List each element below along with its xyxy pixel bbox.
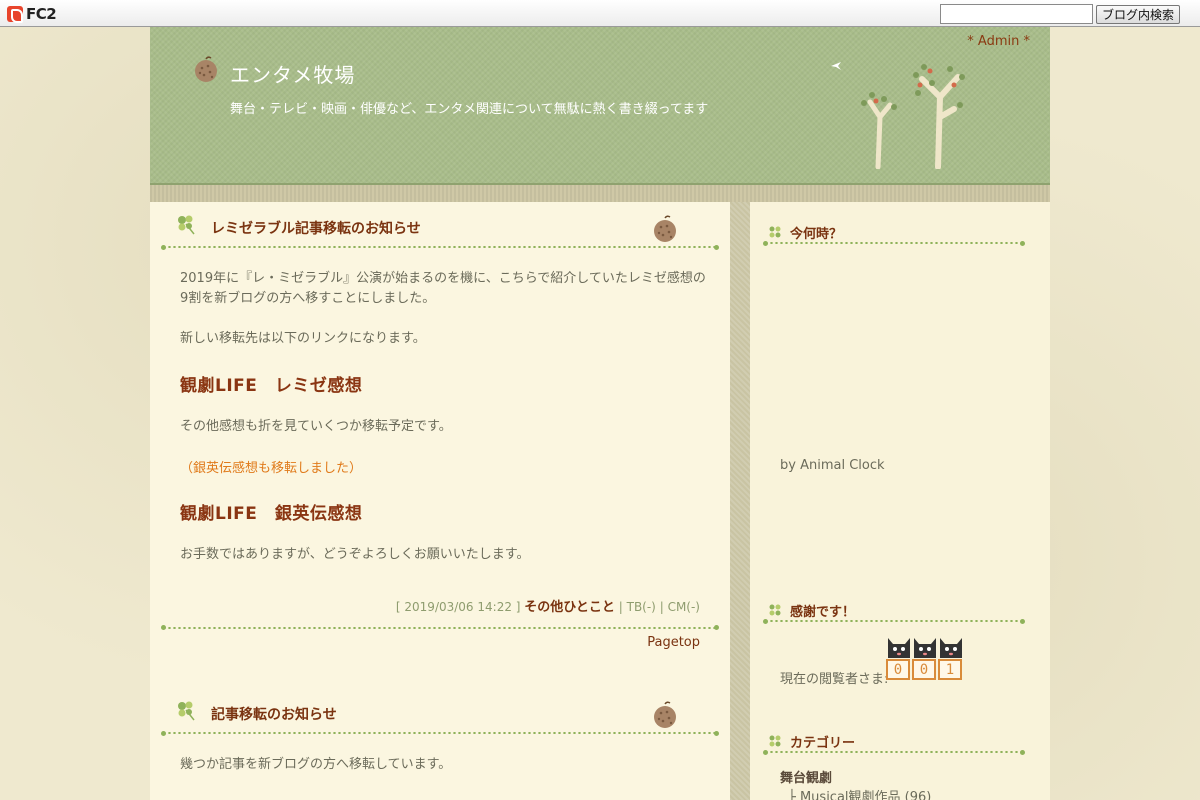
entry-paragraph: お手数ではありますが、どうぞよろしくお願いいたします。 bbox=[180, 547, 530, 562]
counter-digit: 0 bbox=[912, 659, 936, 680]
acorn-icon bbox=[654, 701, 676, 728]
counter-digit: 0 bbox=[886, 659, 910, 680]
acorn-icon bbox=[654, 215, 676, 242]
clover-icon bbox=[769, 226, 781, 238]
cat-icon bbox=[888, 638, 962, 658]
entry-date: [ 2019/03/06 14:22 ] bbox=[395, 600, 521, 614]
entry-link-ginga[interactable]: 観劇LIFE 銀英伝感想 bbox=[180, 499, 362, 524]
entry-meta: [ 2019/03/06 14:22 ] その他ひとこと | TB(-) | C… bbox=[395, 600, 700, 615]
entry-title[interactable]: レミゼラブル記事移転のお知らせ bbox=[211, 218, 421, 238]
blog-search-button[interactable]: ブログ内検索 bbox=[1096, 5, 1180, 24]
clover-icon bbox=[178, 215, 195, 235]
sidebar-title: 今何時？ bbox=[790, 227, 843, 242]
entry-header: レミゼラブル記事移転のお知らせ bbox=[161, 212, 719, 250]
entry-paragraph: 新しい移転先は以下のリンクになります。 bbox=[180, 331, 426, 346]
pagetop-link[interactable]: Pagetop bbox=[647, 635, 700, 650]
clover-icon bbox=[769, 604, 781, 616]
fc2-logo-icon bbox=[7, 6, 23, 23]
column-gutter bbox=[730, 202, 750, 800]
category-item[interactable]: ├ Musical観劇作品 (96) bbox=[788, 786, 931, 800]
entry-header: 記事移転のお知らせ bbox=[161, 698, 719, 736]
sidebar-title: 感謝です！ bbox=[790, 605, 856, 620]
entry-paragraph: 幾つか記事を新ブログの方へ移転しています。 bbox=[180, 757, 452, 772]
dotted-divider bbox=[161, 625, 719, 630]
clover-icon bbox=[178, 701, 195, 721]
sidebar: 今何時？ by Animal Clock 感謝です！ 現在の閲覧者さま: 0 0… bbox=[750, 202, 1050, 800]
admin-link[interactable]: * Admin * bbox=[967, 34, 1030, 49]
fc2-toolbar: FC2 ブログ内検索 bbox=[0, 0, 1200, 27]
blog-description: 舞台・テレビ・映画・俳優など、エンタメ関連について無駄に熱く書き綴ってます bbox=[230, 102, 709, 117]
visitor-counter: 0 0 1 bbox=[886, 632, 966, 682]
bird-icon bbox=[831, 62, 841, 70]
header-strip bbox=[150, 185, 1050, 202]
entry-title[interactable]: 記事移転のお知らせ bbox=[211, 704, 337, 724]
blog-search-input[interactable] bbox=[940, 4, 1093, 24]
dotted-divider bbox=[162, 732, 718, 734]
sidebar-title: カテゴリー bbox=[790, 736, 856, 751]
fc2-logo-text: FC2 bbox=[26, 5, 57, 23]
acorn-icon bbox=[195, 56, 217, 82]
clover-icon bbox=[769, 735, 781, 747]
sidebar-header-counter: 感謝です！ bbox=[763, 594, 1025, 624]
trackback-link[interactable]: TB(-) bbox=[627, 600, 656, 614]
clock-credit: by Animal Clock bbox=[780, 458, 885, 473]
blog-title[interactable]: エンタメ牧場 bbox=[230, 59, 355, 88]
counter-label: 現在の閲覧者さま: bbox=[780, 672, 889, 687]
entry-paragraph: その他感想も折を見ていくつか移転予定です。 bbox=[180, 419, 452, 434]
trees-illustration bbox=[861, 64, 965, 169]
main-column: レミゼラブル記事移転のお知らせ 2019年に『レ・ミゼラブル』公演が始まるのを機… bbox=[150, 202, 730, 800]
comment-link[interactable]: CM(-) bbox=[668, 600, 700, 614]
sidebar-header-category: カテゴリー bbox=[763, 725, 1025, 755]
entry-category-link[interactable]: その他ひとこと bbox=[524, 600, 615, 615]
fc2-logo[interactable]: FC2 bbox=[7, 5, 57, 23]
blog-header: * Admin * エンタメ牧場 舞台・テレビ・映画・俳優など、エンタメ関連につ… bbox=[150, 27, 1050, 185]
entry-paragraph: 2019年に『レ・ミゼラブル』公演が始まるのを機に、こちらで紹介していたレミゼ感… bbox=[180, 271, 706, 306]
dotted-divider bbox=[162, 246, 718, 248]
entry-link-lesmis[interactable]: 観劇LIFE レミゼ感想 bbox=[180, 371, 362, 396]
counter-digit: 1 bbox=[938, 659, 962, 680]
entry-note: （銀英伝感想も移転しました） bbox=[180, 461, 363, 476]
sidebar-header-clock: 今何時？ bbox=[763, 216, 1025, 246]
category-group[interactable]: 舞台観劇 bbox=[780, 767, 832, 786]
